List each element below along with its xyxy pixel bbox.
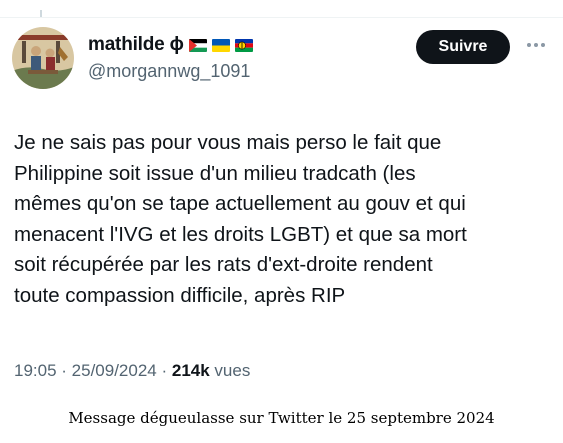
author-handle[interactable]: @morgannwg_1091 [88,61,250,82]
image-caption: Message dégueulasse sur Twitter le 25 se… [68,409,495,427]
top-separator [0,0,563,18]
tweet-text-line: menacent l'IVG et les droits LGBT) et qu… [14,222,467,246]
tweet-text-line: Philippine soit issue d'un milieu tradca… [14,161,416,185]
divider [0,17,563,18]
views-count: 214k [171,361,210,380]
author-name-row: mathilde ɸ [88,33,253,57]
separator: · [156,361,172,380]
palestine-flag-icon [188,38,207,52]
tweet-text: Je ne sais pas pour vous mais perso le f… [14,128,554,311]
tweet-text-line: Je ne sais pas pour vous mais perso le f… [14,131,442,154]
display-name[interactable]: mathilde ɸ [88,34,184,56]
tweet-date[interactable]: 25/09/2024 [72,361,157,381]
tweet-text-line: mêmes qu'on se tape actuellement au gouv… [14,192,466,215]
tweet-time[interactable]: 19:05 [14,361,57,381]
avatar[interactable] [12,27,74,89]
ukraine-flag-icon [211,38,230,52]
follow-button[interactable]: Suivre [416,30,510,64]
tweet-metadata: 19:05 · 25/09/2024 · 214k vues [14,361,250,381]
tweet-text-line: soit récupérée par les rats d'ext-droite… [14,253,433,276]
separator: · [56,361,72,380]
tweet-text-line: toute compassion difficile, après RIP [14,283,346,307]
views-label: vues [209,361,251,380]
more-options-icon[interactable] [526,38,546,52]
kanaky-flag-icon [234,38,253,52]
